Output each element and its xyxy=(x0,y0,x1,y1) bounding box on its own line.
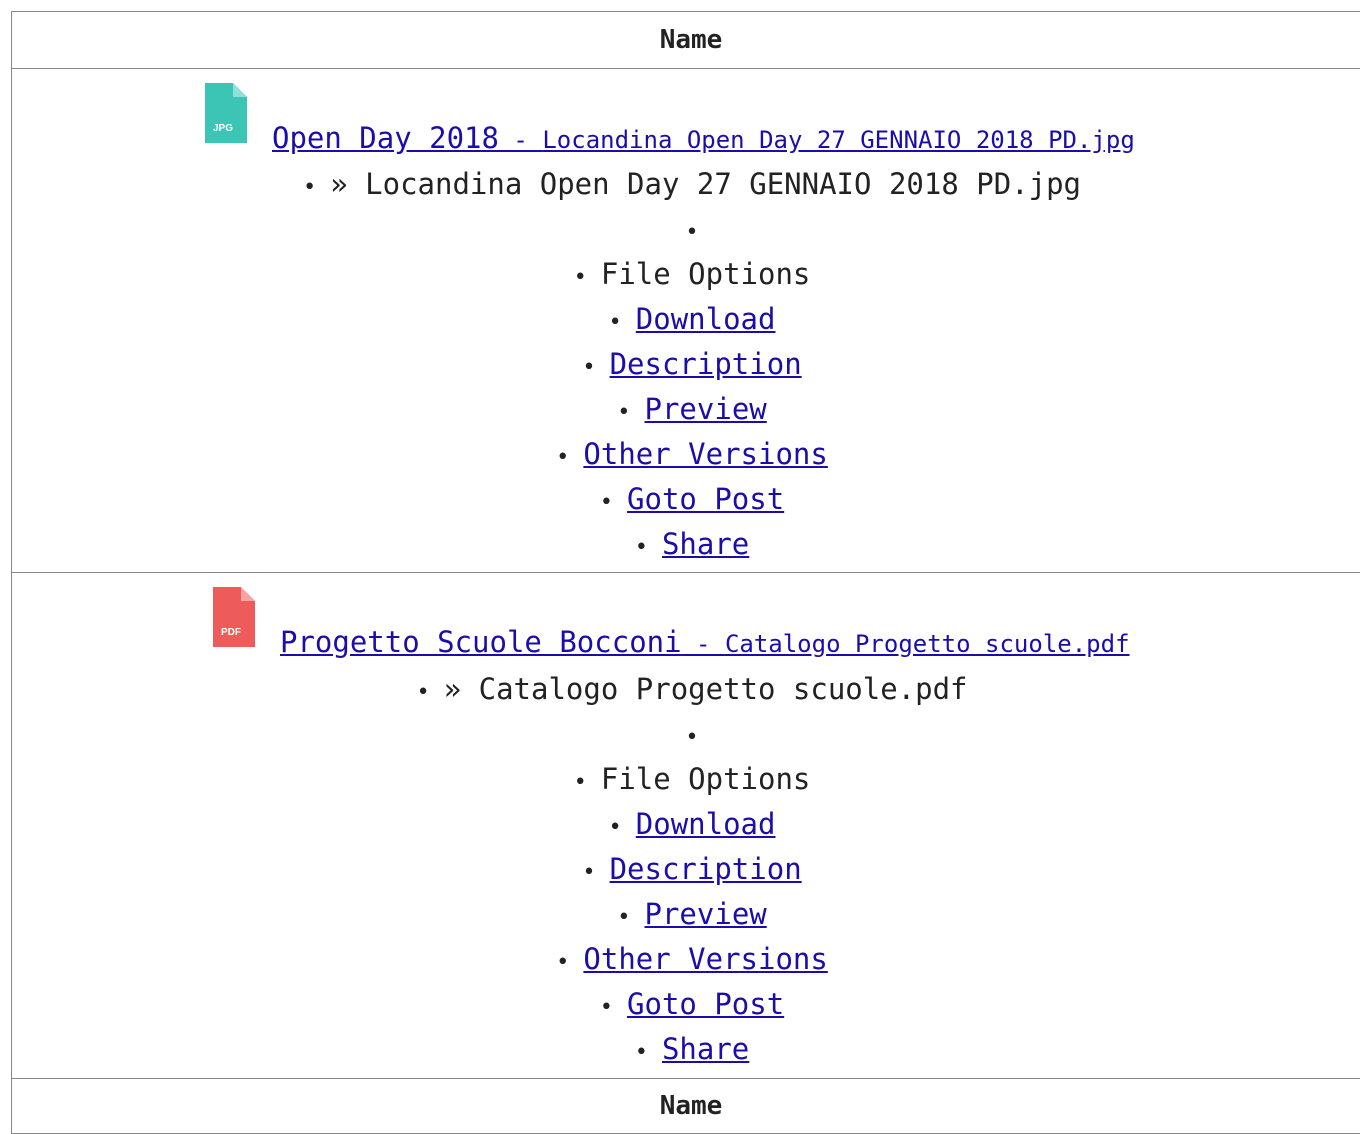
title-separator: - xyxy=(499,126,542,154)
share-link[interactable]: Share xyxy=(662,527,749,561)
file-breadcrumb: » Locandina Open Day 27 GENNAIO 2018 PD.… xyxy=(330,167,1081,201)
svg-text:PDF: PDF xyxy=(221,627,241,638)
list-item: •Share xyxy=(12,522,1360,567)
preview-link[interactable]: Preview xyxy=(645,392,767,426)
jpg-file-icon: JPG xyxy=(205,83,247,143)
list-item: •Goto Post xyxy=(12,477,1360,522)
list-item: •» Locandina Open Day 27 GENNAIO 2018 PD… xyxy=(12,162,1360,207)
list-item: •Other Versions xyxy=(12,432,1360,477)
file-title: Open Day 2018 xyxy=(272,121,499,155)
list-item: •Goto Post xyxy=(12,982,1360,1027)
file-title: Progetto Scuole Bocconi xyxy=(280,625,682,659)
file-details-list: • » Locandina Open Day 27 GENNAIO 2018 PD… xyxy=(12,162,1360,567)
list-item: •Description xyxy=(12,847,1360,892)
file-title-link[interactable]: Progetto Scuole Bocconi - Catalogo Proge… xyxy=(280,625,1130,659)
goto-post-link[interactable]: Goto Post xyxy=(627,987,784,1021)
list-item: •File Options xyxy=(12,757,1360,802)
list-item: •Preview xyxy=(12,387,1360,432)
description-link[interactable]: Description xyxy=(610,852,802,886)
list-item: •File Options xyxy=(12,252,1360,297)
list-item: • xyxy=(12,712,1360,757)
other-versions-link[interactable]: Other Versions xyxy=(583,437,827,471)
preview-link[interactable]: Preview xyxy=(645,897,767,931)
svg-text:JPG: JPG xyxy=(213,123,233,134)
file-options-label: File Options xyxy=(601,762,811,796)
file-breadcrumb: » Catalogo Progetto scuole.pdf xyxy=(444,672,968,706)
goto-post-link[interactable]: Goto Post xyxy=(627,482,784,516)
pdf-file-icon: PDF xyxy=(213,587,255,647)
download-link[interactable]: Download xyxy=(636,807,776,841)
description-link[interactable]: Description xyxy=(610,347,802,381)
file-details-list: •» Catalogo Progetto scuole.pdf • •File … xyxy=(12,667,1360,1072)
share-link[interactable]: Share xyxy=(662,1032,749,1066)
table-row: PDF Progetto Scuole Bocconi - Catalogo P… xyxy=(12,573,1360,1079)
list-item: •Share xyxy=(12,1027,1360,1072)
file-table: Name JPG Open Day 2018 - Locandina Open … xyxy=(11,11,1360,1134)
list-item: • xyxy=(12,207,1360,252)
file-title-link[interactable]: Open Day 2018 - Locandina Open Day 27 GE… xyxy=(272,121,1135,155)
file-options-label: File Options xyxy=(601,257,811,291)
list-item: •» Catalogo Progetto scuole.pdf xyxy=(12,667,1360,712)
table-row: JPG Open Day 2018 - Locandina Open Day 2… xyxy=(12,69,1360,573)
column-footer-name[interactable]: Name xyxy=(12,1079,1360,1134)
file-name: Locandina Open Day 27 GENNAIO 2018 PD.jp… xyxy=(542,126,1134,154)
file-name: Catalogo Progetto scuole.pdf xyxy=(725,630,1130,658)
other-versions-link[interactable]: Other Versions xyxy=(583,942,827,976)
title-separator: - xyxy=(682,630,725,658)
list-item: •Download xyxy=(12,297,1360,342)
download-link[interactable]: Download xyxy=(636,302,776,336)
list-item: •Preview xyxy=(12,892,1360,937)
column-header-name[interactable]: Name xyxy=(12,12,1360,69)
list-item: •Other Versions xyxy=(12,937,1360,982)
list-item: •Download xyxy=(12,802,1360,847)
list-item: •Description xyxy=(12,342,1360,387)
